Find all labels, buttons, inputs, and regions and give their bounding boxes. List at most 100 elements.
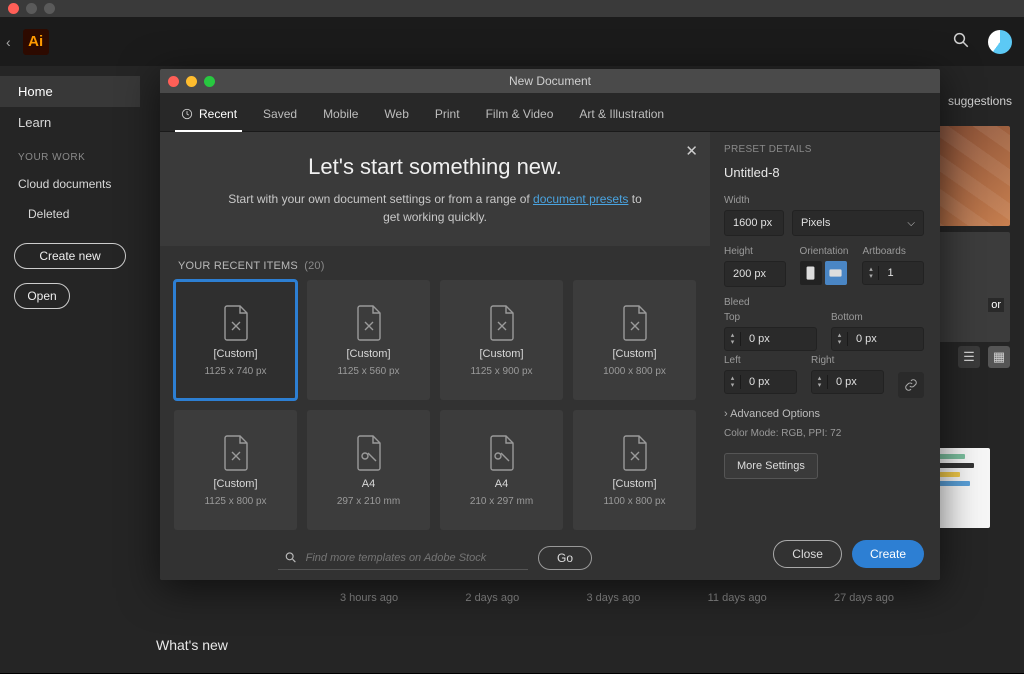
tab-print[interactable]: Print (433, 99, 462, 131)
preset-card[interactable]: [Custom] 1100 x 800 px (573, 410, 696, 530)
bleed-top-input[interactable]: ▴▾0 px (724, 327, 817, 351)
preset-card[interactable]: [Custom] 1125 x 900 px (440, 280, 563, 400)
document-presets-link[interactable]: document presets (533, 192, 628, 206)
sidebar-item-learn[interactable]: Learn (0, 107, 140, 138)
bleed-label: Bleed (724, 297, 924, 308)
template-search-field[interactable] (278, 546, 528, 570)
orientation-label: Orientation (800, 246, 849, 257)
preset-card[interactable]: A4 297 x 210 mm (307, 410, 430, 530)
search-icon (284, 550, 298, 565)
tab-saved[interactable]: Saved (261, 99, 299, 131)
preset-grid: [Custom] 1125 x 740 px [Custom] 1125 x 560 … (160, 278, 710, 538)
preset-card[interactable]: [Custom] 1125 x 740 px (174, 280, 297, 400)
artboards-stepper[interactable]: ▴▾ 1 (862, 261, 924, 285)
sidebar-item-cloud[interactable]: Cloud documents (0, 169, 140, 199)
grid-view-icon[interactable]: ▦ (988, 346, 1010, 368)
preset-name: [Custom] (479, 348, 523, 360)
minimize-icon[interactable] (26, 3, 37, 14)
preset-size: 1000 x 800 px (603, 366, 666, 377)
preset-name: [Custom] (612, 478, 656, 490)
hero-description: Start with your own document settings or… (220, 190, 650, 226)
preset-name: [Custom] (346, 348, 390, 360)
width-input[interactable]: 1600 px (724, 210, 784, 236)
preset-size: 1125 x 800 px (204, 496, 266, 507)
width-label: Width (724, 195, 924, 206)
open-button[interactable]: Open (14, 283, 70, 309)
preset-name: A4 (495, 478, 508, 490)
app-toolbar: ‹ Ai (0, 17, 1024, 66)
preset-name: [Custom] (213, 348, 257, 360)
search-button[interactable] (952, 31, 970, 52)
preset-size: 297 x 210 mm (337, 496, 400, 507)
link-bleed-button[interactable] (898, 372, 924, 398)
sidebar-item-deleted[interactable]: Deleted (0, 199, 140, 229)
template-search-input[interactable] (306, 552, 522, 564)
maximize-icon[interactable] (44, 3, 55, 14)
preset-size: 1125 x 560 px (337, 366, 399, 377)
dialog-title: New Document (160, 74, 940, 88)
preset-card[interactable]: A4 210 x 297 mm (440, 410, 563, 530)
new-document-dialog: New Document Recent Saved Mobile Web Pri… (160, 69, 940, 580)
dismiss-banner-button[interactable]: ✕ (685, 142, 698, 160)
back-button[interactable]: ‹ (4, 34, 13, 50)
tab-web[interactable]: Web (382, 99, 410, 131)
close-icon[interactable] (8, 3, 19, 14)
sidebar: Home Learn YOUR WORK Cloud documents Del… (0, 66, 140, 673)
document-icon (354, 434, 384, 472)
sidebar-item-home[interactable]: Home (0, 76, 140, 107)
height-input[interactable]: 200 px (724, 261, 786, 287)
preset-details-heading: PRESET DETAILS (724, 144, 924, 155)
tab-art-illustration[interactable]: Art & Illustration (577, 99, 666, 131)
preset-category-tabs: Recent Saved Mobile Web Print Film & Vid… (160, 93, 940, 132)
orientation-landscape-button[interactable] (825, 261, 847, 285)
whats-new-heading: What's new (156, 637, 228, 653)
document-icon (620, 434, 650, 472)
preset-size: 1125 x 900 px (470, 366, 532, 377)
height-label: Height (724, 246, 786, 257)
sidebar-section-label: YOUR WORK (0, 138, 140, 169)
create-new-button[interactable]: Create new (14, 243, 126, 269)
document-icon (221, 434, 251, 472)
bleed-right-label: Right (811, 355, 884, 366)
list-view-icon[interactable]: ☰ (958, 346, 980, 368)
hero-banner: ✕ Let's start something new. Start with … (160, 132, 710, 246)
preset-name: A4 (362, 478, 375, 490)
bleed-right-input[interactable]: ▴▾0 px (811, 370, 884, 394)
app-logo: Ai (23, 29, 49, 55)
bleed-left-input[interactable]: ▴▾0 px (724, 370, 797, 394)
more-settings-button[interactable]: More Settings (724, 453, 818, 479)
preset-card[interactable]: [Custom] 1000 x 800 px (573, 280, 696, 400)
orientation-portrait-button[interactable] (800, 261, 822, 285)
color-mode-info: Color Mode: RGB, PPI: 72 (724, 428, 924, 439)
preset-name: [Custom] (213, 478, 257, 490)
tab-recent[interactable]: Recent (178, 99, 239, 131)
hero-title: Let's start something new. (184, 154, 686, 180)
preset-card[interactable]: [Custom] 1125 x 800 px (174, 410, 297, 530)
document-icon (620, 304, 650, 342)
document-name-field[interactable]: Untitled-8 (724, 165, 924, 185)
tab-mobile[interactable]: Mobile (321, 99, 360, 131)
recent-items-heading: YOUR RECENT ITEMS (20) (160, 246, 710, 278)
tab-film-video[interactable]: Film & Video (484, 99, 556, 131)
document-icon (487, 304, 517, 342)
units-select[interactable]: Pixels⌵ (792, 210, 924, 236)
close-button[interactable]: Close (773, 540, 842, 568)
create-button[interactable]: Create (852, 540, 924, 568)
artboards-label: Artboards (862, 246, 924, 257)
advanced-options-toggle[interactable]: Advanced Options (724, 408, 924, 420)
go-button[interactable]: Go (538, 546, 592, 570)
bleed-bottom-input[interactable]: ▴▾0 px (831, 327, 924, 351)
avatar[interactable] (988, 30, 1012, 54)
document-icon (221, 304, 251, 342)
suggestions-label: suggestions (948, 94, 1012, 108)
mac-window-controls[interactable] (0, 0, 1024, 17)
bleed-bottom-label: Bottom (831, 312, 924, 323)
preset-size: 210 x 297 mm (470, 496, 533, 507)
document-icon (354, 304, 384, 342)
preset-card[interactable]: [Custom] 1125 x 560 px (307, 280, 430, 400)
preset-size: 1100 x 800 px (603, 496, 665, 507)
preset-name: [Custom] (612, 348, 656, 360)
document-icon (487, 434, 517, 472)
chevron-down-icon: ⌵ (907, 218, 915, 229)
preset-size: 1125 x 740 px (204, 366, 266, 377)
